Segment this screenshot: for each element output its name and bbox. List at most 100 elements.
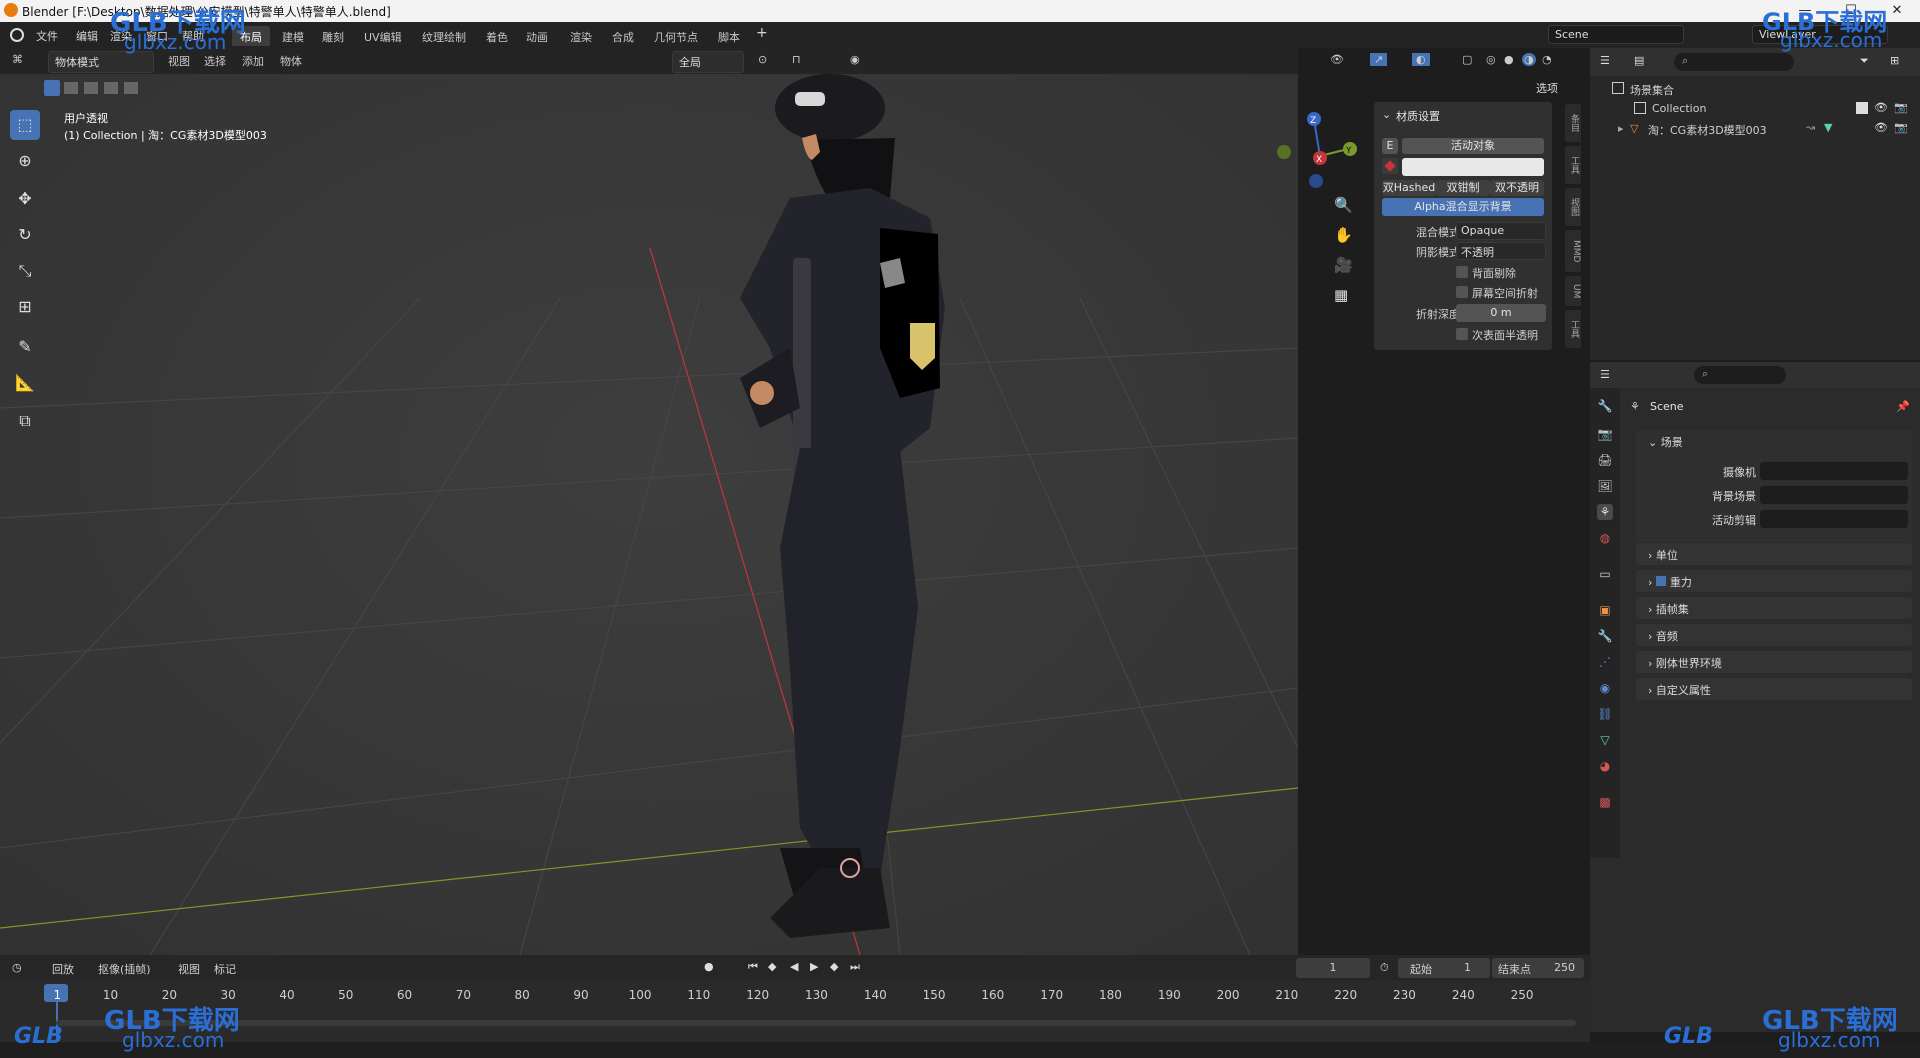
stopwatch-icon[interactable]: ⏱ (1380, 961, 1389, 975)
material-name-field[interactable] (1402, 158, 1544, 176)
scale-tool[interactable]: ⤡ (10, 256, 40, 286)
snap-icon[interactable]: ⊓ (792, 53, 801, 66)
camera-view-icon[interactable]: 🎥 (1334, 256, 1353, 274)
view-layer-tab-icon[interactable]: 🖼 (1597, 478, 1613, 494)
tab-rendering[interactable]: 渲染 (562, 26, 600, 46)
panel-collapse-icon[interactable]: ⌄ (1382, 108, 1391, 121)
particles-tab-icon[interactable]: ⋰ (1597, 654, 1613, 670)
background-scene-field[interactable] (1760, 486, 1908, 504)
side-tab-view[interactable]: 视图 (1565, 188, 1581, 226)
modifier-tab-icon[interactable]: 🔧 (1597, 628, 1613, 644)
active-clip-field[interactable] (1760, 510, 1908, 528)
refraction-depth-field[interactable]: 0 m (1456, 304, 1546, 322)
pivot-icon[interactable]: ⊙ (758, 53, 767, 66)
tool-tab-icon[interactable]: 🔧 (1597, 398, 1613, 414)
side-tab-um[interactable]: UM (1565, 276, 1581, 306)
rigid-body-world-section[interactable]: › 刚体世界环境 (1636, 651, 1912, 673)
keying-menu[interactable]: 抠像(插帧) (98, 961, 151, 977)
display-mode-icon[interactable]: ▤ (1634, 54, 1644, 67)
visibility-icon[interactable]: 👁 (1330, 53, 1344, 66)
outliner-row-collection[interactable]: Collection 👁 📷 (1612, 100, 1912, 118)
jump-start-icon[interactable]: ⏮ (748, 960, 758, 974)
units-section[interactable]: › 单位 (1636, 543, 1912, 565)
properties-editor-icon[interactable]: ☰ (1600, 368, 1610, 381)
gizmo-toggle-icon[interactable]: ↗ (1370, 53, 1388, 66)
pin-icon[interactable]: 📌 (1896, 400, 1910, 413)
tab-shading[interactable]: 着色 (478, 26, 516, 46)
shading-material-icon[interactable]: ◑ (1522, 53, 1536, 66)
outliner-row-object[interactable]: ▸ ▽ 淘：CG素材3D模型003 ↝ ▼ 👁 📷 (1612, 120, 1912, 138)
expand-arrow-icon[interactable]: ▸ (1618, 122, 1624, 135)
camera-render-icon[interactable]: 📷 (1894, 121, 1908, 134)
exclude-checkbox[interactable] (1856, 102, 1868, 114)
menu-view[interactable]: 视图 (168, 53, 190, 69)
menu-file[interactable]: 文件 (36, 28, 58, 44)
texture-tab-icon[interactable]: ▩ (1597, 794, 1613, 810)
eye-icon[interactable]: 👁 (1874, 121, 1888, 134)
move-tool[interactable]: ✥ (10, 184, 40, 214)
camera-render-icon[interactable]: 📷 (1894, 101, 1908, 114)
annotate-tool[interactable]: ✎ (10, 332, 40, 362)
eye-icon[interactable]: 👁 (1874, 101, 1888, 114)
output-tab-icon[interactable]: 🖨 (1597, 452, 1613, 468)
alpha-blend-button[interactable]: Alpha混合显示背景 (1382, 198, 1544, 216)
constraints-tab-icon[interactable]: ⛓ (1597, 706, 1613, 722)
current-frame-field[interactable]: 1 (1296, 958, 1370, 978)
3d-viewport[interactable] (0, 48, 1298, 955)
side-tab-item[interactable]: 条目 (1565, 104, 1581, 142)
tab-compositing[interactable]: 合成 (604, 26, 642, 46)
physics-tab-icon[interactable]: ◉ (1597, 680, 1613, 696)
camera-field[interactable] (1760, 462, 1908, 480)
xray-icon[interactable]: ▢ (1462, 53, 1472, 66)
scene-selector[interactable]: Scene (1548, 25, 1684, 44)
gravity-checkbox[interactable] (1655, 576, 1666, 586)
play-icon[interactable]: ▶ (810, 960, 818, 973)
scene-tab-icon[interactable]: ⚘ (1597, 504, 1613, 520)
navigation-gizmo[interactable]: Z Y X (1270, 108, 1370, 198)
data-tab-icon[interactable]: ▽ (1597, 732, 1613, 748)
playback-menu[interactable]: 回放 (52, 961, 74, 977)
keying-sets-section[interactable]: › 插帧集 (1636, 597, 1912, 619)
section-arrow-icon[interactable]: ⌄ (1648, 436, 1657, 449)
outliner-editor-icon[interactable]: ☰ (1600, 54, 1610, 67)
zoom-icon[interactable]: 🔍 (1334, 196, 1353, 214)
tab-animation[interactable]: 动画 (518, 26, 556, 46)
blend-mode-select[interactable]: Opaque (1456, 222, 1546, 240)
side-tab-mmd[interactable]: MMD (1565, 230, 1581, 272)
subsurface-checkbox[interactable] (1456, 328, 1468, 340)
prev-keyframe-icon[interactable]: ◆ (768, 960, 776, 973)
menu-edit[interactable]: 编辑 (76, 28, 98, 44)
menu-add[interactable]: 添加 (242, 53, 264, 69)
select-intersect-icon[interactable] (124, 82, 138, 94)
tab-dual-hashed[interactable]: 双Hashed (1382, 180, 1436, 196)
end-frame-field[interactable]: 结束点 250 (1492, 958, 1584, 978)
add-cube-tool[interactable]: ⧉ (10, 406, 40, 436)
select-extend-icon[interactable] (64, 82, 78, 94)
side-tab-tool-2[interactable]: 工具 (1565, 310, 1581, 348)
proportional-edit-icon[interactable]: ◉ (850, 53, 860, 66)
rotate-tool[interactable]: ↻ (10, 220, 40, 250)
shading-solid-icon[interactable]: ● (1504, 53, 1514, 66)
measure-tool[interactable]: 📐 (10, 368, 40, 398)
add-workspace-icon[interactable]: + (756, 25, 768, 41)
select-box-tool[interactable]: ⬚ (10, 110, 40, 140)
grid-view-icon[interactable]: ▦ (1334, 286, 1348, 304)
shadow-mode-select[interactable]: 不透明 (1456, 242, 1546, 260)
viewport-options-button[interactable]: 选项 (1536, 80, 1558, 96)
timeline-view-menu[interactable]: 视图 (178, 961, 200, 977)
start-frame-field[interactable]: 起始 1 (1398, 958, 1490, 978)
select-subtract-icon[interactable] (84, 82, 98, 94)
transform-tool[interactable]: ⊞ (10, 292, 40, 322)
scene-collection-row[interactable]: 场景集合 (1612, 80, 1912, 98)
new-collection-icon[interactable]: ⊞ (1890, 54, 1899, 67)
transform-orientation[interactable]: 全局 (672, 51, 744, 73)
shading-wireframe-icon[interactable]: ◎ (1486, 53, 1496, 66)
timeline-editor-icon[interactable]: ◷ (12, 961, 22, 974)
outliner-search-input[interactable]: ⌕ (1674, 53, 1794, 71)
render-tab-icon[interactable]: 📷 (1597, 426, 1613, 442)
backface-checkbox[interactable] (1456, 266, 1468, 278)
tab-uv[interactable]: UV编辑 (356, 26, 410, 46)
pan-hand-icon[interactable]: ✋ (1334, 226, 1353, 244)
shading-rendered-icon[interactable]: ◔ (1542, 53, 1552, 66)
editor-type-icon[interactable]: ⌘ (12, 53, 23, 66)
